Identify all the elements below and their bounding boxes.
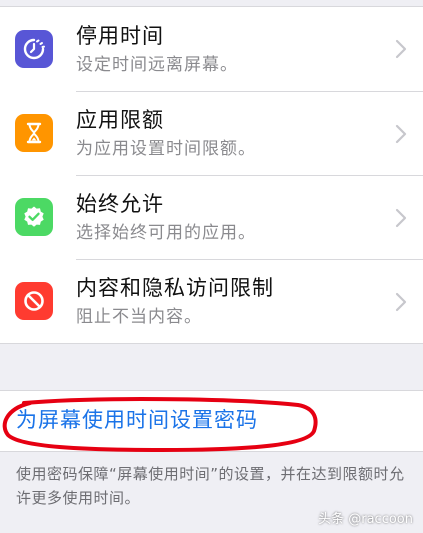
passcode-footnote: 使用密码保障“屏幕使用时间”的设置，并在达到限额时允许更多使用时间。 [16,465,405,507]
screen-time-settings: 停用时间 设定时间远离屏幕。 应用限额 为应用设置时间限额。 始终允许 选择始终… [0,0,423,533]
row-body: 停用时间 设定时间远离屏幕。 [76,7,423,91]
row-title: 始终允许 [76,192,164,216]
checkmark-badge-icon [15,198,53,236]
row-body: 内容和隐私访问限制 阻止不当内容。 [76,259,423,343]
restriction-icon [15,282,53,320]
row-content-privacy[interactable]: 内容和隐私访问限制 阻止不当内容。 [0,259,423,343]
chevron-right-icon [395,124,407,144]
row-app-limits[interactable]: 应用限额 为应用设置时间限额。 [0,91,423,175]
row-downtime[interactable]: 停用时间 设定时间远离屏幕。 [0,7,423,91]
row-title: 应用限额 [76,108,164,132]
downtime-icon [15,30,53,68]
passcode-group: 为屏幕使用时间设置密码 [0,390,423,453]
row-title: 内容和隐私访问限制 [76,276,274,300]
row-always-allowed[interactable]: 始终允许 选择始终可用的应用。 [0,175,423,259]
hourglass-icon [15,114,53,152]
row-subtitle: 设定时间远离屏幕。 [76,54,238,75]
settings-group: 停用时间 设定时间远离屏幕。 应用限额 为应用设置时间限额。 始终允许 选择始终… [0,6,423,344]
chevron-right-icon [395,292,407,312]
row-body: 应用限额 为应用设置时间限额。 [76,91,423,175]
chevron-right-icon [395,39,407,59]
row-subtitle: 阻止不当内容。 [76,307,202,327]
row-title: 停用时间 [76,23,164,48]
watermark: 头条 @raccoon [318,512,413,527]
row-subtitle: 为应用设置时间限额。 [76,139,256,159]
chevron-right-icon [395,208,407,228]
row-subtitle: 选择始终可用的应用。 [76,223,256,243]
row-body: 始终允许 选择始终可用的应用。 [76,175,423,259]
set-passcode-link[interactable]: 为屏幕使用时间设置密码 [16,405,258,435]
